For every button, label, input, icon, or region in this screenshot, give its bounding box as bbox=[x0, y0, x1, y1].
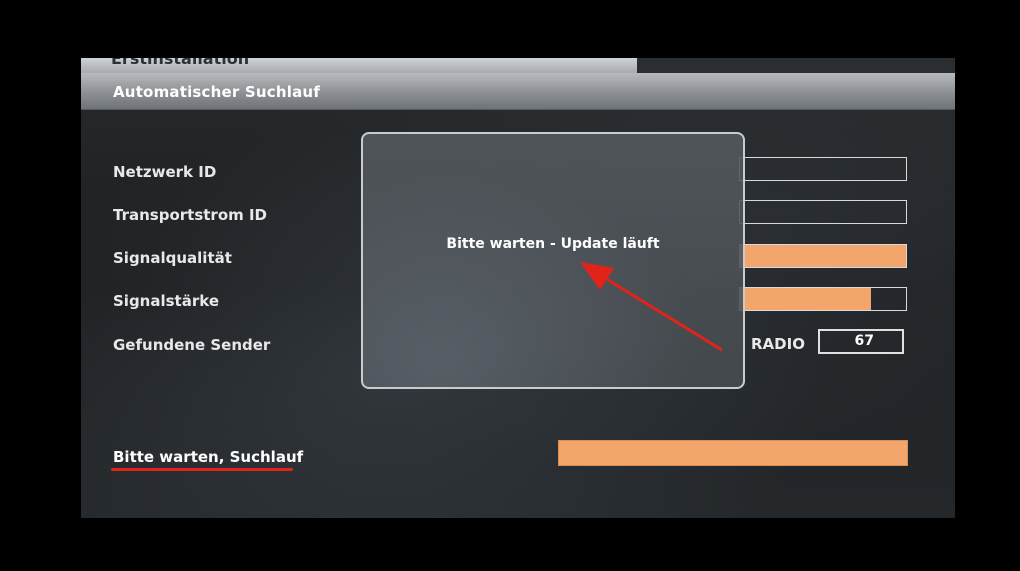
previous-menu-tab: Erstinstallation bbox=[81, 58, 637, 73]
network-id-label: Netzwerk ID bbox=[113, 163, 217, 181]
signal-strength-label: Signalstärke bbox=[113, 292, 219, 310]
signal-quality-label: Signalqualität bbox=[113, 249, 232, 267]
radio-label: RADIO bbox=[751, 335, 805, 353]
signal-strength-bar bbox=[739, 287, 907, 311]
search-status-label: Bitte warten, Suchlauf bbox=[113, 448, 304, 466]
menu-title: Automatischer Suchlauf bbox=[113, 83, 321, 101]
transport-stream-id-field bbox=[739, 200, 907, 224]
update-dialog-message: Bitte warten - Update läuft bbox=[446, 236, 660, 252]
previous-menu-tab-label: Erstinstallation bbox=[111, 58, 250, 68]
photo-frame: Erstinstallation Automatischer Suchlauf … bbox=[0, 0, 1020, 571]
update-dialog: Bitte warten - Update läuft bbox=[361, 132, 745, 389]
transport-stream-id-label: Transportstrom ID bbox=[113, 206, 268, 224]
top-right-area bbox=[637, 58, 955, 73]
red-underline-annotation bbox=[111, 468, 293, 471]
network-id-field bbox=[739, 157, 907, 181]
menu-title-bar: Automatischer Suchlauf bbox=[81, 73, 955, 110]
search-progress-bar bbox=[558, 440, 908, 466]
signal-quality-bar-fill bbox=[740, 245, 906, 267]
found-channels-label: Gefundene Sender bbox=[113, 336, 271, 354]
radio-count: 67 bbox=[818, 329, 904, 354]
signal-strength-bar-fill bbox=[740, 288, 872, 310]
signal-quality-bar bbox=[739, 244, 907, 268]
